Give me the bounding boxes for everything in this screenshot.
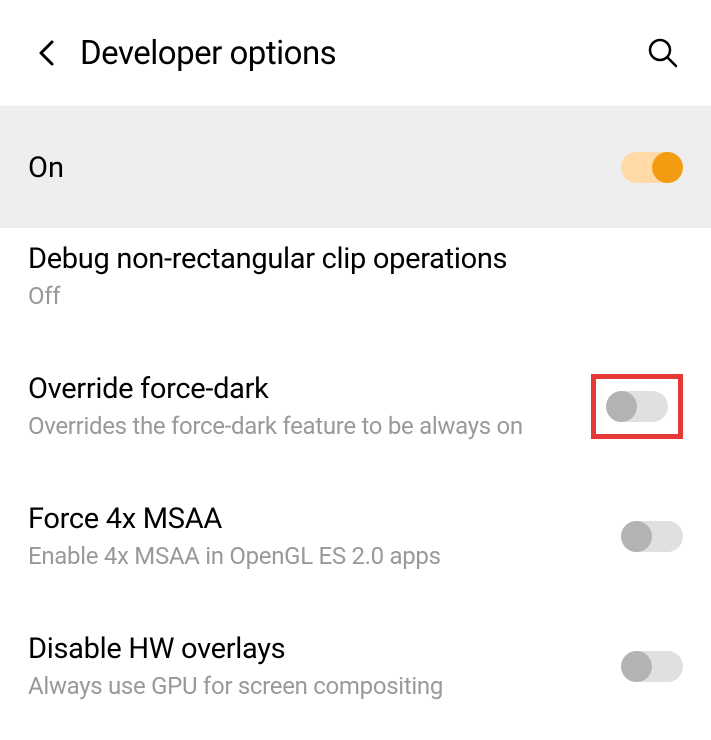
toggle-wrapper bbox=[621, 651, 683, 682]
header: Developer options bbox=[0, 0, 711, 107]
toggle-wrapper bbox=[591, 374, 683, 439]
search-icon bbox=[647, 37, 679, 69]
setting-title: Debug non-rectangular clip operations bbox=[28, 242, 683, 276]
setting-text: Disable HW overlays Always use GPU for s… bbox=[28, 632, 621, 700]
setting-row-force-msaa[interactable]: Force 4x MSAA Enable 4x MSAA in OpenGL E… bbox=[0, 480, 711, 610]
setting-row-override-force-dark[interactable]: Override force-dark Overrides the force-… bbox=[0, 350, 711, 480]
back-button[interactable] bbox=[28, 35, 64, 71]
setting-subtitle: Always use GPU for screen compositing bbox=[28, 672, 621, 700]
disable-hw-overlays-toggle[interactable] bbox=[621, 651, 683, 682]
override-force-dark-toggle[interactable] bbox=[606, 391, 668, 422]
setting-title: Override force-dark bbox=[28, 372, 591, 406]
chevron-left-icon bbox=[37, 39, 55, 67]
search-button[interactable] bbox=[643, 33, 683, 73]
setting-row-debug-clip[interactable]: Debug non-rectangular clip operations Of… bbox=[0, 228, 711, 350]
highlight-box bbox=[591, 374, 683, 439]
setting-subtitle: Enable 4x MSAA in OpenGL ES 2.0 apps bbox=[28, 542, 621, 570]
setting-title: Disable HW overlays bbox=[28, 632, 621, 666]
setting-subtitle: Off bbox=[28, 282, 683, 310]
setting-text: Override force-dark Overrides the force-… bbox=[28, 372, 591, 440]
force-msaa-toggle[interactable] bbox=[621, 521, 683, 552]
master-toggle-switch[interactable] bbox=[621, 152, 683, 183]
page-title: Developer options bbox=[80, 34, 643, 73]
setting-row-disable-hw-overlays[interactable]: Disable HW overlays Always use GPU for s… bbox=[0, 610, 711, 740]
master-toggle-label: On bbox=[28, 151, 64, 185]
master-toggle-row[interactable]: On bbox=[0, 107, 711, 228]
setting-text: Force 4x MSAA Enable 4x MSAA in OpenGL E… bbox=[28, 502, 621, 570]
setting-text: Debug non-rectangular clip operations Of… bbox=[28, 242, 683, 310]
toggle-wrapper bbox=[621, 521, 683, 552]
setting-subtitle: Overrides the force-dark feature to be a… bbox=[28, 412, 591, 440]
setting-title: Force 4x MSAA bbox=[28, 502, 621, 536]
